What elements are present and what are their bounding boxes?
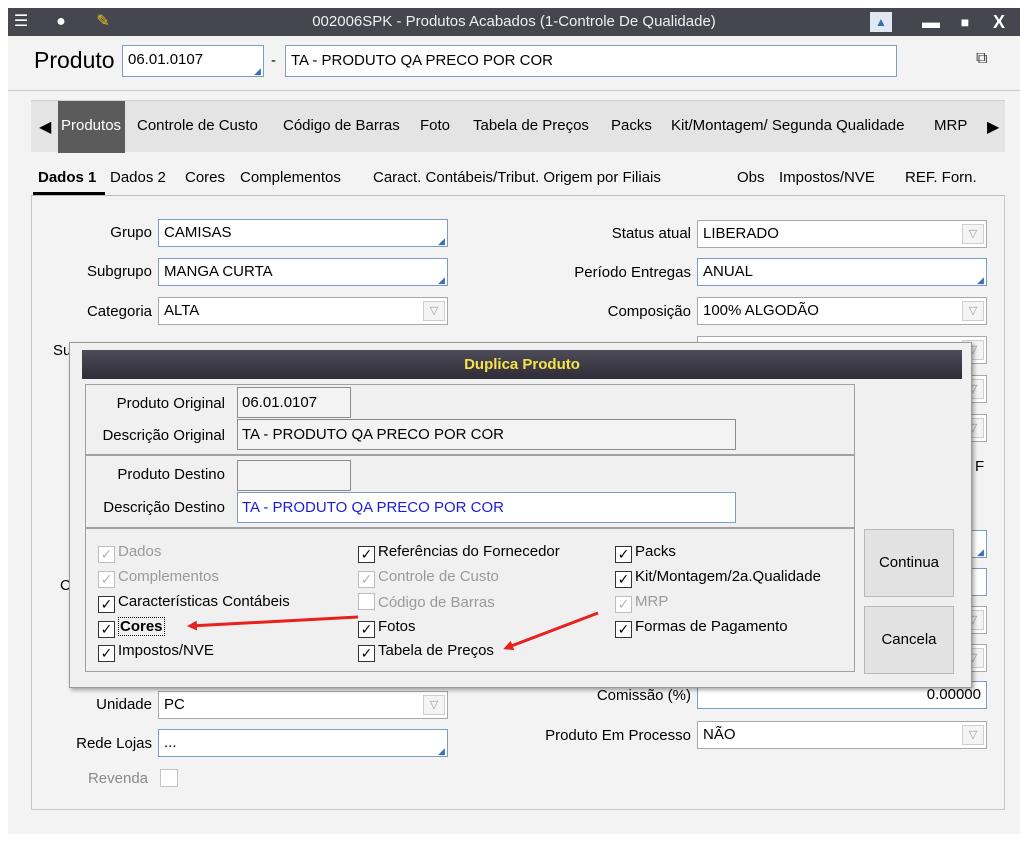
annotation-arrows xyxy=(187,611,599,651)
arrow-to-tabela-de-precos xyxy=(503,611,599,651)
arrow-to-cores xyxy=(187,615,359,631)
